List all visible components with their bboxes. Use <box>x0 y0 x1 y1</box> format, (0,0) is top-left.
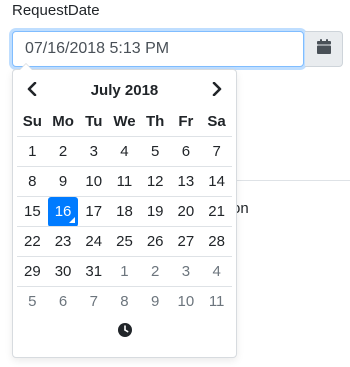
weekday-label: Fr <box>178 112 194 130</box>
selected-day-cell[interactable]: 16 <box>47 196 79 227</box>
week-row: 22 23 24 25 26 27 28 <box>17 226 232 257</box>
next-month-day-cell[interactable]: 3 <box>170 256 202 287</box>
calendar-grid: Su Mo Tu We Th Fr Sa 1 2 3 4 5 6 7 8 9 1… <box>17 106 232 316</box>
day-cell[interactable]: 1 <box>17 136 48 167</box>
day-cell[interactable]: 12 <box>139 166 171 197</box>
chevron-left-icon <box>26 81 38 101</box>
datetime-picker-popup: July 2018 Su Mo Tu We Th Fr Sa 1 2 3 4 5… <box>12 63 237 358</box>
day-cell[interactable]: 21 <box>201 196 232 227</box>
next-month-day-cell[interactable]: 7 <box>78 286 110 316</box>
request-date-label: RequestDate <box>12 2 100 19</box>
day-cell[interactable]: 20 <box>170 196 202 227</box>
day-cell[interactable]: 13 <box>170 166 202 197</box>
day-cell[interactable]: 6 <box>170 136 202 167</box>
request-date-input[interactable] <box>12 31 304 67</box>
next-month-day-cell[interactable]: 6 <box>47 286 79 316</box>
next-month-day-cell[interactable]: 4 <box>201 256 232 287</box>
next-month-day-cell[interactable]: 8 <box>109 286 140 316</box>
day-cell[interactable]: 22 <box>17 226 48 257</box>
day-cell[interactable]: 17 <box>78 196 110 227</box>
day-cell[interactable]: 29 <box>17 256 48 287</box>
day-cell[interactable]: 5 <box>139 136 171 167</box>
weekday-label: We <box>113 112 136 130</box>
day-cell[interactable]: 27 <box>170 226 202 257</box>
day-cell[interactable]: 28 <box>201 226 232 257</box>
month-switch[interactable]: July 2018 <box>47 76 202 106</box>
weekday-label: Th <box>146 112 165 130</box>
week-row: 5 6 7 8 9 10 11 <box>17 286 232 316</box>
clock-icon <box>117 322 132 342</box>
day-cell[interactable]: 8 <box>17 166 48 197</box>
day-cell[interactable]: 30 <box>47 256 79 287</box>
next-month-day-cell[interactable]: 10 <box>170 286 202 316</box>
day-cell[interactable]: 4 <box>109 136 140 167</box>
week-row: 8 9 10 11 12 13 14 <box>17 166 232 197</box>
next-month-day-cell[interactable]: 2 <box>139 256 171 287</box>
chevron-right-icon <box>211 81 223 101</box>
next-month-button[interactable] <box>202 76 232 106</box>
calendar-icon <box>316 39 331 59</box>
weekday-label: Mo <box>52 112 74 130</box>
next-month-day-cell[interactable]: 9 <box>139 286 171 316</box>
day-cell[interactable]: 31 <box>78 256 110 287</box>
day-cell[interactable]: 24 <box>78 226 110 257</box>
select-time-button[interactable] <box>13 317 236 347</box>
weekday-label: Tu <box>85 112 103 130</box>
weekday-header-row: Su Mo Tu We Th Fr Sa <box>17 106 232 137</box>
day-cell[interactable]: 3 <box>78 136 110 167</box>
day-cell[interactable]: 7 <box>201 136 232 167</box>
day-cell[interactable]: 9 <box>47 166 79 197</box>
day-cell[interactable]: 26 <box>139 226 171 257</box>
next-month-day-cell[interactable]: 11 <box>201 286 232 316</box>
day-cell[interactable]: 11 <box>109 166 140 197</box>
background-divider <box>236 180 350 181</box>
weekday-label: Sa <box>207 112 226 130</box>
day-cell[interactable]: 25 <box>109 226 140 257</box>
day-cell[interactable]: 18 <box>109 196 140 227</box>
day-cell[interactable]: 23 <box>47 226 79 257</box>
week-row: 1 2 3 4 5 6 7 <box>17 136 232 167</box>
next-month-day-cell[interactable]: 1 <box>109 256 140 287</box>
day-cell[interactable]: 2 <box>47 136 79 167</box>
day-cell[interactable]: 19 <box>139 196 171 227</box>
day-cell[interactable]: 14 <box>201 166 232 197</box>
day-cell[interactable]: 15 <box>17 196 48 227</box>
open-calendar-button[interactable] <box>305 31 343 67</box>
weekday-label: Su <box>22 112 42 130</box>
week-row: 15 16 17 18 19 20 21 <box>17 196 232 227</box>
previous-month-button[interactable] <box>17 76 47 106</box>
next-month-day-cell[interactable]: 5 <box>17 286 48 316</box>
picker-header: July 2018 <box>17 76 232 106</box>
day-cell[interactable]: 10 <box>78 166 110 197</box>
week-row: 29 30 31 1 2 3 4 <box>17 256 232 287</box>
